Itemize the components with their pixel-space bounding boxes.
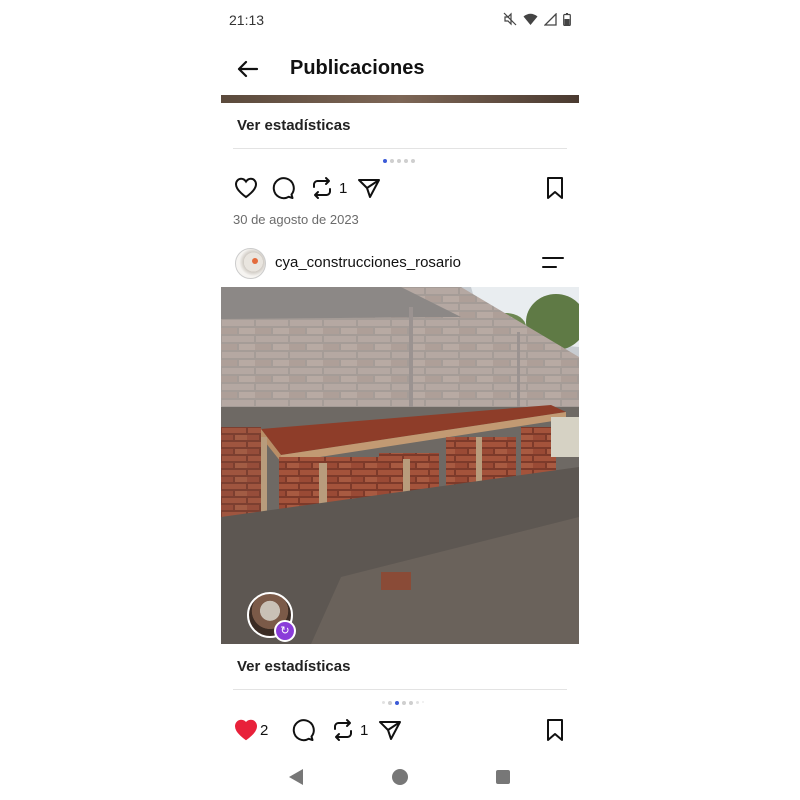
comment-button[interactable]: [290, 717, 316, 743]
repost-button[interactable]: [309, 175, 335, 201]
arrow-left-icon: [237, 60, 259, 78]
carousel-dot: [388, 701, 392, 705]
heart-filled-icon: [234, 719, 258, 741]
status-time: 21:13: [229, 12, 265, 28]
page-title: Publicaciones: [290, 57, 425, 79]
like-count: 2: [260, 722, 269, 739]
carousel-dot: [402, 701, 406, 705]
post-actions: 2 1: [233, 717, 567, 745]
like-button[interactable]: [233, 175, 259, 201]
home-circle-icon[interactable]: [392, 769, 408, 785]
post-actions: 1: [233, 175, 567, 203]
recents-square-icon[interactable]: [496, 770, 510, 784]
carousel-dot: [395, 701, 399, 705]
bookmark-icon: [547, 719, 563, 741]
repost-button[interactable]: [330, 717, 356, 743]
heart-icon: [234, 177, 258, 199]
divider: [233, 689, 567, 690]
system-nav-bar: [221, 760, 579, 794]
carousel-dot: [382, 701, 385, 704]
comment-icon: [292, 719, 315, 742]
back-button[interactable]: [233, 54, 263, 84]
repost-count: 1: [360, 722, 369, 739]
username[interactable]: cya_construcciones_rosario: [275, 254, 461, 271]
repost-count: 1: [339, 180, 348, 197]
collab-badge-icon: ↻: [274, 620, 296, 642]
send-icon: [379, 721, 401, 740]
status-icons: [503, 12, 571, 26]
carousel-dot: [404, 159, 408, 163]
back-triangle-icon[interactable]: [289, 769, 303, 785]
post-header: cya_construcciones_rosario: [235, 248, 565, 279]
mute-icon: [503, 12, 517, 26]
signal-icon: [544, 12, 557, 26]
carousel-indicator: [382, 701, 424, 705]
send-icon: [358, 179, 380, 198]
carousel-dot: [416, 701, 419, 704]
comment-button[interactable]: [270, 175, 296, 201]
carousel-dot: [411, 159, 415, 163]
comment-icon: [272, 177, 295, 200]
save-button[interactable]: [542, 717, 568, 743]
app-screen: 21:13 Publicaciones Ver estadísticas 1 3…: [221, 0, 579, 800]
carousel-dot: [390, 159, 394, 163]
post-date: 30 de agosto de 2023: [233, 212, 359, 227]
carousel-dot: [409, 701, 413, 705]
like-button[interactable]: [233, 717, 259, 743]
share-button[interactable]: [356, 175, 382, 201]
bookmark-icon: [547, 177, 563, 199]
post-photo: [221, 287, 579, 644]
wifi-icon: [523, 13, 538, 25]
view-stats-link[interactable]: Ver estadísticas: [237, 658, 350, 675]
view-stats-link[interactable]: Ver estadísticas: [237, 117, 350, 134]
post-options-button[interactable]: [541, 252, 565, 274]
carousel-indicator: [383, 159, 415, 163]
carousel-dot: [397, 159, 401, 163]
repost-icon: [334, 719, 352, 741]
post-image[interactable]: [221, 287, 579, 644]
repost-icon: [313, 177, 331, 199]
carousel-dot: [383, 159, 387, 163]
carousel-dot: [422, 701, 424, 703]
avatar[interactable]: [235, 248, 266, 279]
save-button[interactable]: [542, 175, 568, 201]
share-button[interactable]: [377, 717, 403, 743]
menu-icon: [542, 257, 564, 268]
previous-post-image[interactable]: [221, 95, 579, 103]
divider: [233, 148, 567, 149]
battery-icon: [563, 12, 571, 26]
